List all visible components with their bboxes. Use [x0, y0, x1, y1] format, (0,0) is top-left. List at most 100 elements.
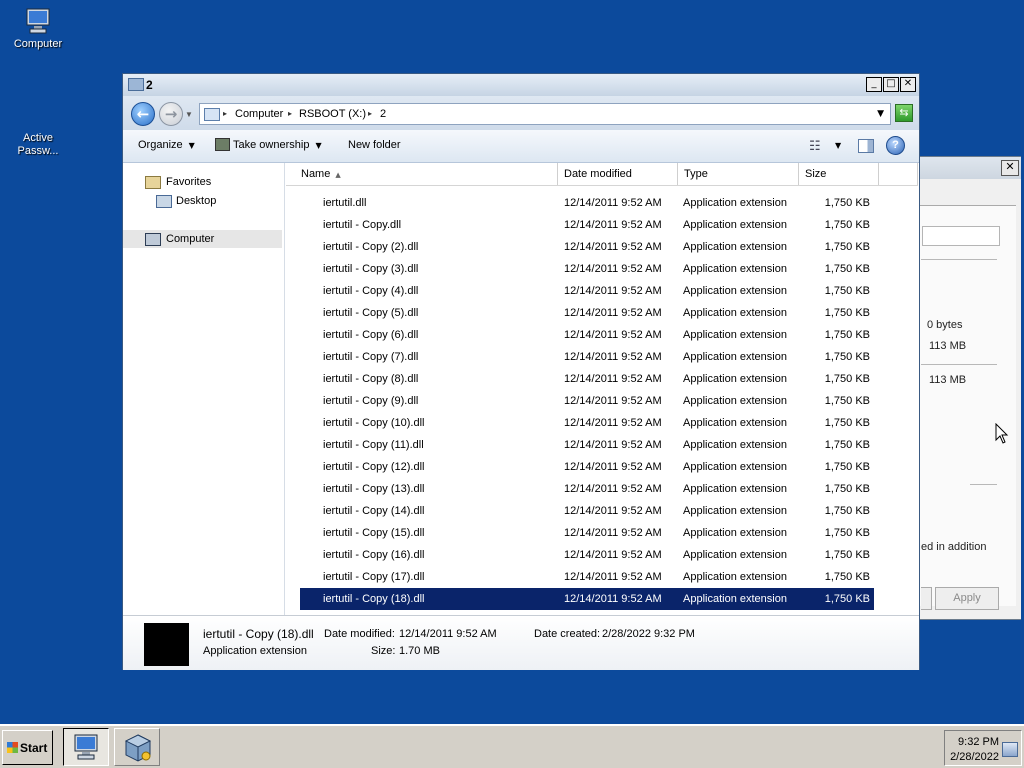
chevron-down-icon[interactable]: ▼: [877, 109, 884, 119]
breadcrumb-separator[interactable]: ▸: [368, 109, 372, 118]
file-date-modified: 12/14/2011 9:52 AM: [564, 571, 662, 583]
file-row[interactable]: iertutil - Copy (12).dll 12/14/2011 9:52 …: [300, 456, 874, 478]
nav-favorites[interactable]: Favorites: [123, 173, 282, 191]
file-type: Application extension: [683, 395, 787, 407]
take-ownership-button[interactable]: Take ownership ▼: [233, 139, 322, 151]
file-row[interactable]: iertutil - Copy (6).dll 12/14/2011 9:52 A…: [300, 324, 874, 346]
file-name: iertutil - Copy (7).dll: [323, 351, 419, 363]
desktop-icon-active-password[interactable]: Active Passw...: [0, 132, 76, 158]
file-date-modified: 12/14/2011 9:52 AM: [564, 197, 662, 209]
file-size: 1,750 KB: [824, 241, 870, 253]
file-row[interactable]: iertutil - Copy (5).dll 12/14/2011 9:52 A…: [300, 302, 874, 324]
nav-computer-label: Computer: [166, 233, 215, 245]
file-row[interactable]: iertutil - Copy (10).dll 12/14/2011 9:52 …: [300, 412, 874, 434]
breadcrumb-separator[interactable]: ▸: [223, 109, 227, 118]
file-row[interactable]: iertutil - Copy (3).dll 12/14/2011 9:52 A…: [300, 258, 874, 280]
refresh-icon: ⇆: [899, 106, 909, 119]
chevron-down-icon[interactable]: ▼: [835, 141, 841, 150]
file-date-modified: 12/14/2011 9:52 AM: [564, 527, 662, 539]
close-button[interactable]: ✕: [900, 77, 916, 92]
views-icon[interactable]: ☷: [809, 139, 821, 154]
dialog-text-field[interactable]: [922, 226, 1000, 246]
nav-desktop[interactable]: Desktop: [123, 192, 282, 210]
breadcrumb-rsboot[interactable]: RSBOOT (X:): [299, 108, 366, 120]
file-name: iertutil - Copy (3).dll: [323, 263, 419, 275]
taskbar-button-virtualbox[interactable]: [114, 728, 160, 766]
file-row[interactable]: iertutil - Copy.dll 12/14/2011 9:52 AM App…: [300, 214, 874, 236]
file-row[interactable]: iertutil - Copy (9).dll 12/14/2011 9:52 A…: [300, 390, 874, 412]
taskbar-button-explorer[interactable]: [63, 728, 109, 766]
details-date-created: 2/28/2022 9:32 PM: [602, 628, 695, 640]
file-row[interactable]: iertutil - Copy (4).dll 12/14/2011 9:52 A…: [300, 280, 874, 302]
column-type[interactable]: Type: [678, 163, 799, 185]
file-row[interactable]: iertutil - Copy (13).dll 12/14/2011 9:52 …: [300, 478, 874, 500]
file-list: iertutil.dll 12/14/2011 9:52 AM Applicatio…: [300, 192, 874, 610]
breadcrumb-separator[interactable]: ▸: [288, 109, 292, 118]
details-date-modified-label: Date modified:: [324, 628, 395, 640]
column-name[interactable]: Name ▲: [286, 163, 558, 185]
explorer-window[interactable]: 2 _ □ ✕ ← → ▼ ▸ Computer ▸ RSBOOT (X:) ▸…: [122, 73, 920, 670]
address-row: ← → ▼ ▸ Computer ▸ RSBOOT (X:) ▸ 2 ▼ ⇆: [123, 96, 919, 130]
column-date-modified[interactable]: Date modified: [558, 163, 678, 185]
take-ownership-label: Take ownership: [233, 139, 310, 151]
file-date-modified: 12/14/2011 9:52 AM: [564, 307, 662, 319]
minimize-button[interactable]: _: [866, 77, 882, 92]
file-row[interactable]: iertutil - Copy (18).dll 12/14/2011 9:52 …: [300, 588, 874, 610]
computer-icon: [26, 8, 50, 34]
file-date-modified: 12/14/2011 9:52 AM: [564, 241, 662, 253]
file-row[interactable]: iertutil - Copy (16).dll 12/14/2011 9:52 …: [300, 544, 874, 566]
file-row[interactable]: iertutil - Copy (7).dll 12/14/2011 9:52 A…: [300, 346, 874, 368]
file-row[interactable]: iertutil - Copy (15).dll 12/14/2011 9:52 …: [300, 522, 874, 544]
breadcrumb-folder-2[interactable]: 2: [380, 108, 386, 120]
file-date-modified: 12/14/2011 9:52 AM: [564, 351, 662, 363]
column-header: Name ▲ Date modified Type Size: [286, 163, 918, 186]
window-titlebar[interactable]: 2 _ □ ✕: [123, 74, 919, 96]
start-button[interactable]: Start: [2, 730, 53, 765]
file-row[interactable]: iertutil - Copy (14).dll 12/14/2011 9:52 …: [300, 500, 874, 522]
file-size: 1,750 KB: [824, 351, 870, 363]
column-size[interactable]: Size: [799, 163, 879, 185]
column-blank: [879, 163, 918, 185]
apply-button[interactable]: Apply: [935, 587, 999, 610]
file-row[interactable]: iertutil - Copy (2).dll 12/14/2011 9:52 A…: [300, 236, 874, 258]
details-file-type: Application extension: [203, 645, 307, 657]
desktop-icon-computer[interactable]: Computer: [0, 6, 76, 51]
file-size: 1,750 KB: [824, 549, 870, 561]
file-size: 1,750 KB: [824, 373, 870, 385]
preview-pane-icon[interactable]: [858, 139, 874, 153]
file-row[interactable]: iertutil - Copy (8).dll 12/14/2011 9:52 A…: [300, 368, 874, 390]
file-type: Application extension: [683, 593, 787, 605]
folder-icon: [128, 78, 144, 91]
file-type: Application extension: [683, 571, 787, 583]
help-button[interactable]: ?: [886, 136, 905, 155]
dialog-button-partial[interactable]: [921, 587, 932, 610]
file-type: Application extension: [683, 527, 787, 539]
organize-menu[interactable]: Organize ▼: [138, 139, 195, 151]
window-title: 2: [146, 78, 153, 92]
maximize-button[interactable]: □: [883, 77, 899, 92]
refresh-button[interactable]: ⇆: [895, 104, 913, 122]
arrow-right-icon: →: [164, 105, 178, 123]
forward-button[interactable]: →: [159, 102, 183, 126]
breadcrumb-computer[interactable]: Computer: [235, 108, 283, 120]
nav-desktop-label: Desktop: [176, 195, 217, 207]
address-bar[interactable]: ▸ Computer ▸ RSBOOT (X:) ▸ 2 ▼: [199, 103, 891, 125]
file-date-modified: 12/14/2011 9:52 AM: [564, 219, 662, 231]
new-folder-button[interactable]: New folder: [348, 139, 401, 151]
system-tray[interactable]: 9:32 PM 2/28/2022: [944, 730, 1022, 766]
recent-pages-dropdown[interactable]: ▼: [185, 110, 193, 119]
file-size: 1,750 KB: [824, 483, 870, 495]
details-pane: iertutil - Copy (18).dll Application ext…: [123, 615, 919, 670]
file-row[interactable]: iertutil - Copy (17).dll 12/14/2011 9:52 …: [300, 566, 874, 588]
file-name: iertutil - Copy (17).dll: [323, 571, 425, 583]
file-row[interactable]: iertutil - Copy (11).dll 12/14/2011 9:52 …: [300, 434, 874, 456]
file-row[interactable]: iertutil.dll 12/14/2011 9:52 AM Applicatio…: [300, 192, 874, 214]
file-name: iertutil - Copy (18).dll: [323, 593, 425, 605]
nav-computer[interactable]: Computer: [123, 230, 282, 248]
network-icon[interactable]: [1002, 742, 1018, 757]
file-type: Application extension: [683, 241, 787, 253]
back-button[interactable]: ←: [131, 102, 155, 126]
computer-icon: [74, 734, 98, 760]
file-name: iertutil - Copy.dll: [323, 219, 402, 231]
dialog-close-button[interactable]: ✕: [1001, 160, 1019, 176]
